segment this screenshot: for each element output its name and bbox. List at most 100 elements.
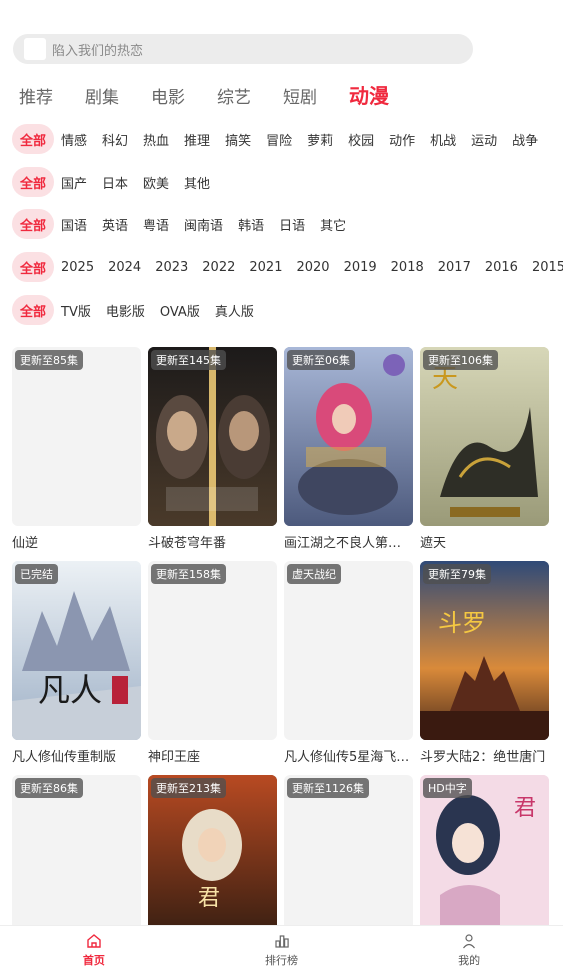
filter-option[interactable]: 英语 — [102, 215, 128, 234]
card-title: 画江湖之不良人第七季 — [284, 536, 413, 551]
anime-card[interactable]: 更新至85集 仙逆 — [12, 347, 141, 551]
tab-movie[interactable]: 电影 — [151, 83, 185, 108]
nav-profile-label: 我的 — [458, 954, 481, 967]
poster-art: 斗罗 — [420, 561, 549, 740]
card-title: 凡人修仙传重制版 — [12, 750, 117, 765]
filter-option[interactable]: TV版 — [61, 301, 91, 320]
anime-card[interactable]: 凡人 已完结 凡人修仙传重制版 — [12, 561, 141, 765]
filter-option[interactable]: OVA版 — [160, 301, 200, 320]
filter-option[interactable]: 萝莉 — [307, 130, 333, 149]
episode-badge: 更新至158集 — [151, 564, 226, 584]
filter-option[interactable]: 国产 — [61, 173, 87, 192]
filter-row-version: 全部 TV版 电影版 OVA版 真人版 — [12, 295, 269, 325]
card-title: 斗罗大陆2：绝世唐门 — [420, 750, 546, 765]
poster-image: 更新至158集 — [148, 561, 277, 740]
filter-option[interactable]: 推理 — [184, 130, 210, 149]
nav-home[interactable]: 首页 — [0, 926, 188, 975]
filter-option[interactable]: 2017 — [438, 260, 471, 275]
nav-ranking[interactable]: 排行榜 — [188, 926, 376, 975]
filter-option[interactable]: 动作 — [389, 130, 415, 149]
filter-option[interactable]: 日语 — [279, 215, 305, 234]
episode-badge: 更新至06集 — [287, 350, 355, 370]
filter-option[interactable]: 2023 — [155, 260, 188, 275]
filter-option[interactable]: 2018 — [391, 260, 424, 275]
nav-home-label: 首页 — [82, 954, 105, 967]
ranking-icon — [274, 935, 289, 948]
filter-option[interactable]: 2015 — [532, 260, 563, 275]
tab-short-drama[interactable]: 短剧 — [283, 83, 317, 108]
filter-all-chip[interactable]: 全部 — [12, 209, 54, 239]
filter-option[interactable]: 2025 — [61, 260, 94, 275]
filter-row-region: 全部 国产 日本 欧美 其他 — [12, 167, 225, 197]
filter-option[interactable]: 情感 — [61, 130, 87, 149]
anime-card[interactable]: 天 更新至106集 遮天 — [420, 347, 549, 551]
episode-badge: HD中字 — [423, 778, 472, 798]
episode-badge: 虚天战纪 — [287, 564, 341, 584]
filter-option[interactable]: 2022 — [202, 260, 235, 275]
filter-option[interactable]: 2016 — [485, 260, 518, 275]
filter-option[interactable]: 闽南语 — [184, 215, 223, 234]
filter-option[interactable]: 搞笑 — [225, 130, 251, 149]
filter-option[interactable]: 热血 — [143, 130, 169, 149]
filter-option[interactable]: 冒险 — [266, 130, 292, 149]
card-title: 神印王座 — [148, 750, 201, 765]
filter-option[interactable]: 国语 — [61, 215, 87, 234]
filter-option[interactable]: 韩语 — [238, 215, 264, 234]
filter-option[interactable]: 科幻 — [102, 130, 128, 149]
svg-text:凡人: 凡人 — [38, 671, 102, 709]
episode-badge: 更新至1126集 — [287, 778, 369, 798]
anime-card[interactable]: 虚天战纪 凡人修仙传5星海飞驰篇 — [284, 561, 413, 765]
filter-option[interactable]: 2021 — [249, 260, 282, 275]
poster-art — [148, 347, 277, 526]
poster-image: 更新至85集 — [12, 347, 141, 526]
filter-option[interactable]: 2024 — [108, 260, 141, 275]
filter-row-year: 全部 2025 2024 2023 2022 2021 2020 2019 20… — [12, 252, 563, 282]
poster-art: 凡人 — [12, 561, 141, 740]
poster-image: 天 更新至106集 — [420, 347, 549, 526]
card-title: 仙逆 — [12, 536, 39, 551]
filter-option[interactable]: 2019 — [344, 260, 377, 275]
bottom-navigation: 首页 排行榜 我的 — [0, 925, 563, 975]
poster-art: 天 — [420, 347, 549, 526]
poster-art — [284, 347, 413, 526]
user-icon — [463, 934, 476, 949]
filter-option[interactable]: 粤语 — [143, 215, 169, 234]
category-tabs: 推荐 剧集 电影 综艺 短剧 动漫 — [19, 80, 421, 109]
search-bar[interactable]: 陷入我们的热恋 — [13, 34, 473, 64]
filter-option[interactable]: 其他 — [184, 173, 210, 192]
tab-anime[interactable]: 动漫 — [349, 80, 389, 109]
poster-image: 更新至145集 — [148, 347, 277, 526]
filter-option[interactable]: 运动 — [471, 130, 497, 149]
episode-badge: 更新至79集 — [423, 564, 491, 584]
filter-option[interactable]: 日本 — [102, 173, 128, 192]
card-title: 斗破苍穹年番 — [148, 536, 227, 551]
filter-option[interactable]: 校园 — [348, 130, 374, 149]
nav-ranking-label: 排行榜 — [265, 954, 298, 967]
tab-series[interactable]: 剧集 — [85, 83, 119, 108]
search-placeholder: 陷入我们的热恋 — [52, 43, 144, 59]
nav-profile[interactable]: 我的 — [375, 926, 563, 975]
filter-option[interactable]: 机战 — [430, 130, 456, 149]
filter-option[interactable]: 战争 — [512, 130, 538, 149]
episode-badge: 更新至86集 — [15, 778, 83, 798]
anime-card[interactable]: 更新至06集 画江湖之不良人第七季 — [284, 347, 413, 551]
filter-all-chip[interactable]: 全部 — [12, 167, 54, 197]
filter-all-chip[interactable]: 全部 — [12, 252, 54, 282]
tab-recommend[interactable]: 推荐 — [19, 83, 53, 108]
svg-text:斗罗: 斗罗 — [438, 609, 486, 637]
filter-all-chip[interactable]: 全部 — [12, 124, 54, 154]
filter-option[interactable]: 其它 — [320, 215, 346, 234]
filter-option[interactable]: 电影版 — [106, 301, 145, 320]
anime-card[interactable]: 更新至145集 斗破苍穹年番 — [148, 347, 277, 551]
svg-text:君: 君 — [514, 796, 536, 821]
filter-option[interactable]: 2020 — [296, 260, 329, 275]
filter-row-genre: 全部 情感 科幻 热血 推理 搞笑 冒险 萝莉 校园 动作 机战 运动 战争 — [12, 124, 538, 154]
anime-card[interactable]: 斗罗 更新至79集 斗罗大陆2：绝世唐门 — [420, 561, 549, 765]
tab-variety[interactable]: 综艺 — [217, 83, 251, 108]
anime-card[interactable]: 更新至158集 神印王座 — [148, 561, 277, 765]
filter-option[interactable]: 欧美 — [143, 173, 169, 192]
poster-image: 更新至06集 — [284, 347, 413, 526]
filter-option[interactable]: 真人版 — [215, 301, 254, 320]
home-icon — [87, 934, 101, 948]
filter-all-chip[interactable]: 全部 — [12, 295, 54, 325]
